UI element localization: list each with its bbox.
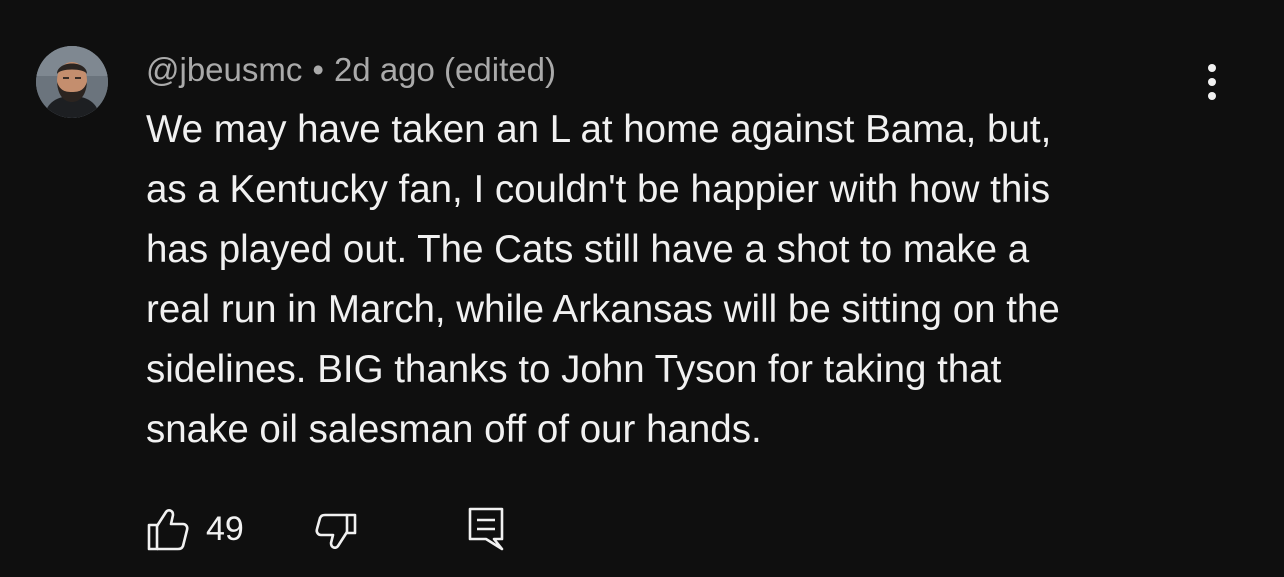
comment-text: We may have taken an L at home against B… xyxy=(146,108,1060,451)
author-handle[interactable]: @jbeusmc xyxy=(146,51,302,88)
thumbs-down-icon xyxy=(315,513,357,549)
comment-menu-button[interactable] xyxy=(1192,60,1232,104)
reply-button[interactable] xyxy=(466,505,510,553)
more-vertical-icon xyxy=(1208,64,1216,100)
thumbs-up-icon xyxy=(147,509,189,551)
like-button[interactable] xyxy=(146,505,190,553)
comment-icon xyxy=(468,507,504,551)
dislike-button[interactable] xyxy=(314,505,358,553)
timestamp[interactable]: 2d ago (edited) xyxy=(334,51,556,88)
comment-header: @jbeusmc • 2d ago (edited) xyxy=(146,50,556,90)
like-count: 49 xyxy=(206,510,244,548)
separator-dot: • xyxy=(312,51,324,88)
avatar[interactable] xyxy=(36,46,108,118)
avatar-image xyxy=(36,46,108,118)
